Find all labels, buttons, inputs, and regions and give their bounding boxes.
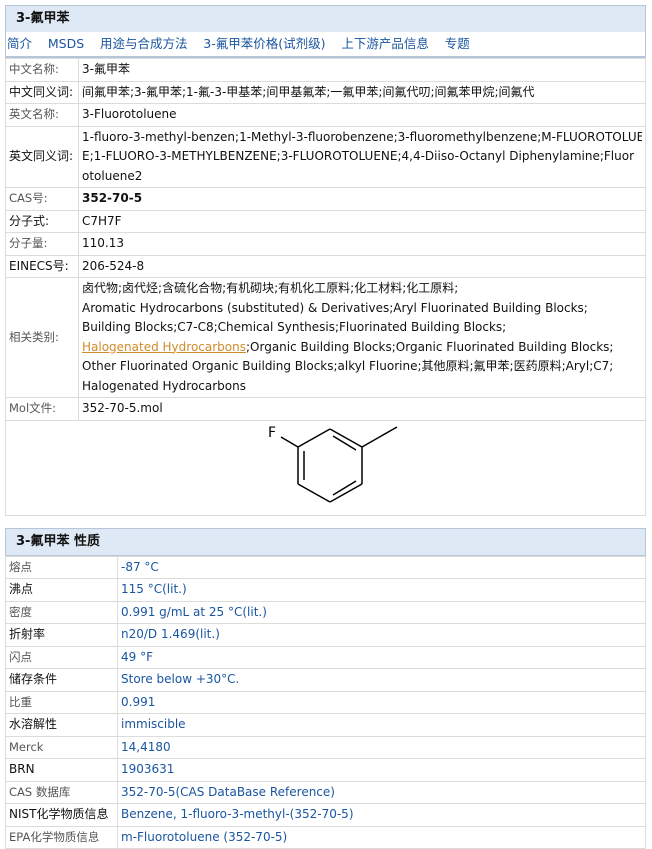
property-name: 水溶解性 (6, 714, 118, 737)
category-line: 卤代物;卤代烃;含硫化合物;有机砌块;有机化工原料;化工材料;化工原料; (82, 279, 642, 299)
cn-synonyms-value[interactable]: 间氟甲苯;3-氟甲苯;1-氟-3-甲基苯;间甲基氟苯;一氟甲苯;间氟代叨;间氟苯… (79, 81, 646, 104)
basic-info-table: 中文名称: 3-氟甲苯 中文同义词: 间氟甲苯;3-氟甲苯;1-氟-3-甲基苯;… (5, 58, 646, 421)
tab-intro[interactable]: 简介 (7, 36, 32, 51)
table-row: CAS号: 352-70-5 (6, 188, 646, 211)
property-value: 49 °F (118, 646, 646, 669)
table-row: 密度0.991 g/mL at 25 °C(lit.) (6, 601, 646, 624)
properties-title: 3-氟甲苯 性质 (6, 529, 645, 555)
structure-image: F (5, 421, 646, 516)
category-highlight-link[interactable]: Halogenated Hydrocarbons (82, 340, 246, 354)
en-synonyms-label: 英文同义词: (6, 126, 79, 188)
formula-label: 分子式: (6, 210, 79, 233)
table-row: 中文同义词: 间氟甲苯;3-氟甲苯;1-氟-3-甲基苯;间甲基氟苯;一氟甲苯;间… (6, 81, 646, 104)
tab-up-downstream[interactable]: 上下游产品信息 (341, 36, 429, 51)
table-row: 英文名称: 3-Fluorotoluene (6, 104, 646, 127)
en-name-value: 3-Fluorotoluene (79, 104, 646, 127)
einecs-label: EINECS号: (6, 255, 79, 278)
table-row: CAS 数据库352-70-5(CAS DataBase Reference) (6, 781, 646, 804)
category-line: Halogenated Hydrocarbons;Organic Buildin… (82, 338, 642, 358)
table-row: 熔点-87 °C (6, 556, 646, 579)
molecule-structure-svg: F (6, 421, 647, 515)
cn-synonyms-label: 中文同义词: (6, 81, 79, 104)
property-value: 115 °C(lit.) (118, 579, 646, 602)
table-row: 相关类别: 卤代物;卤代烃;含硫化合物;有机砌块;有机化工原料;化工材料;化工原… (6, 278, 646, 398)
table-row: Merck14,4180 (6, 736, 646, 759)
property-name: 比重 (6, 691, 118, 714)
property-name: CAS 数据库 (6, 781, 118, 804)
en-synonyms-line: E;1-FLUORO-3-METHYLBENZENE;3-FLUOROTOLUE… (82, 147, 642, 167)
mol-file-link[interactable]: 352-70-5.mol (79, 398, 646, 421)
en-synonyms-line: otoluene2 (82, 167, 642, 187)
category-label: 相关类别: (6, 278, 79, 398)
table-row: EPA化学物质信息m-Fluorotoluene (352-70-5) (6, 826, 646, 849)
table-row: 分子式: C7H7F (6, 210, 646, 233)
property-value: 0.991 (118, 691, 646, 714)
property-name: NIST化学物质信息 (6, 804, 118, 827)
cn-name-label: 中文名称: (6, 59, 79, 82)
category-line: Aromatic Hydrocarbons (substituted) & De… (82, 299, 642, 319)
cn-name-value[interactable]: 3-氟甲苯 (79, 59, 646, 82)
info-panel: 3-氟甲苯 简介 MSDS 用途与合成方法 3-氟甲苯价格(试剂级) 上下游产品… (5, 5, 646, 58)
category-value[interactable]: 卤代物;卤代烃;含硫化合物;有机砌块;有机化工原料;化工材料;化工原料; Aro… (79, 278, 646, 398)
properties-panel: 3-氟甲苯 性质 (5, 528, 646, 556)
properties-table: 熔点-87 °C沸点115 °C(lit.)密度0.991 g/mL at 25… (5, 556, 646, 849)
tab-usage-synthesis[interactable]: 用途与合成方法 (100, 36, 188, 51)
property-value: n20/D 1.469(lit.) (118, 624, 646, 647)
table-row: 分子量: 110.13 (6, 233, 646, 256)
property-name: 沸点 (6, 579, 118, 602)
page-title: 3-氟甲苯 (6, 6, 645, 32)
category-line: Halogenated Hydrocarbons (82, 377, 642, 397)
mw-label: 分子量: (6, 233, 79, 256)
property-value: immiscible (118, 714, 646, 737)
table-row: 比重0.991 (6, 691, 646, 714)
en-name-label: 英文名称: (6, 104, 79, 127)
property-name: EPA化学物质信息 (6, 826, 118, 849)
property-value: 1903631 (118, 759, 646, 782)
tab-price[interactable]: 3-氟甲苯价格(试剂级) (203, 36, 325, 51)
category-line: Other Fluorinated Organic Building Block… (82, 357, 642, 377)
table-row: 折射率n20/D 1.469(lit.) (6, 624, 646, 647)
property-value[interactable]: m-Fluorotoluene (352-70-5) (118, 826, 646, 849)
property-value: -87 °C (118, 556, 646, 579)
category-line-rest: ;Organic Building Blocks;Organic Fluorin… (246, 340, 613, 354)
property-name: Merck (6, 736, 118, 759)
tab-msds[interactable]: MSDS (48, 36, 84, 51)
property-value: 0.991 g/mL at 25 °C(lit.) (118, 601, 646, 624)
property-name: 折射率 (6, 624, 118, 647)
en-synonyms-line: 1-fluoro-3-methyl-benzen;1-Methyl-3-fluo… (82, 128, 642, 148)
tab-topic[interactable]: 专题 (445, 36, 470, 51)
table-row: EINECS号: 206-524-8 (6, 255, 646, 278)
table-row: BRN1903631 (6, 759, 646, 782)
property-value[interactable]: 352-70-5(CAS DataBase Reference) (118, 781, 646, 804)
formula-value: C7H7F (79, 210, 646, 233)
table-row: 水溶解性immiscible (6, 714, 646, 737)
property-name: 储存条件 (6, 669, 118, 692)
en-synonyms-value[interactable]: 1-fluoro-3-methyl-benzen;1-Methyl-3-fluo… (79, 126, 646, 188)
einecs-value: 206-524-8 (79, 255, 646, 278)
property-name: 熔点 (6, 556, 118, 579)
cas-value: 352-70-5 (79, 188, 646, 211)
atom-f-label: F (268, 425, 276, 441)
property-name: BRN (6, 759, 118, 782)
property-name: 密度 (6, 601, 118, 624)
table-row: NIST化学物质信息Benzene, 1-fluoro-3-methyl-(35… (6, 804, 646, 827)
table-row: 中文名称: 3-氟甲苯 (6, 59, 646, 82)
table-row: 闪点49 °F (6, 646, 646, 669)
table-row: Mol文件: 352-70-5.mol (6, 398, 646, 421)
cas-label: CAS号: (6, 188, 79, 211)
mol-label: Mol文件: (6, 398, 79, 421)
property-value[interactable]: Benzene, 1-fluoro-3-methyl-(352-70-5) (118, 804, 646, 827)
category-line: Building Blocks;C7-C8;Chemical Synthesis… (82, 318, 642, 338)
table-row: 储存条件Store below +30°C. (6, 669, 646, 692)
mw-value: 110.13 (79, 233, 646, 256)
property-value: 14,4180 (118, 736, 646, 759)
property-name: 闪点 (6, 646, 118, 669)
table-row: 英文同义词: 1-fluoro-3-methyl-benzen;1-Methyl… (6, 126, 646, 188)
property-value: Store below +30°C. (118, 669, 646, 692)
table-row: 沸点115 °C(lit.) (6, 579, 646, 602)
tab-bar: 简介 MSDS 用途与合成方法 3-氟甲苯价格(试剂级) 上下游产品信息 专题 (6, 32, 645, 57)
